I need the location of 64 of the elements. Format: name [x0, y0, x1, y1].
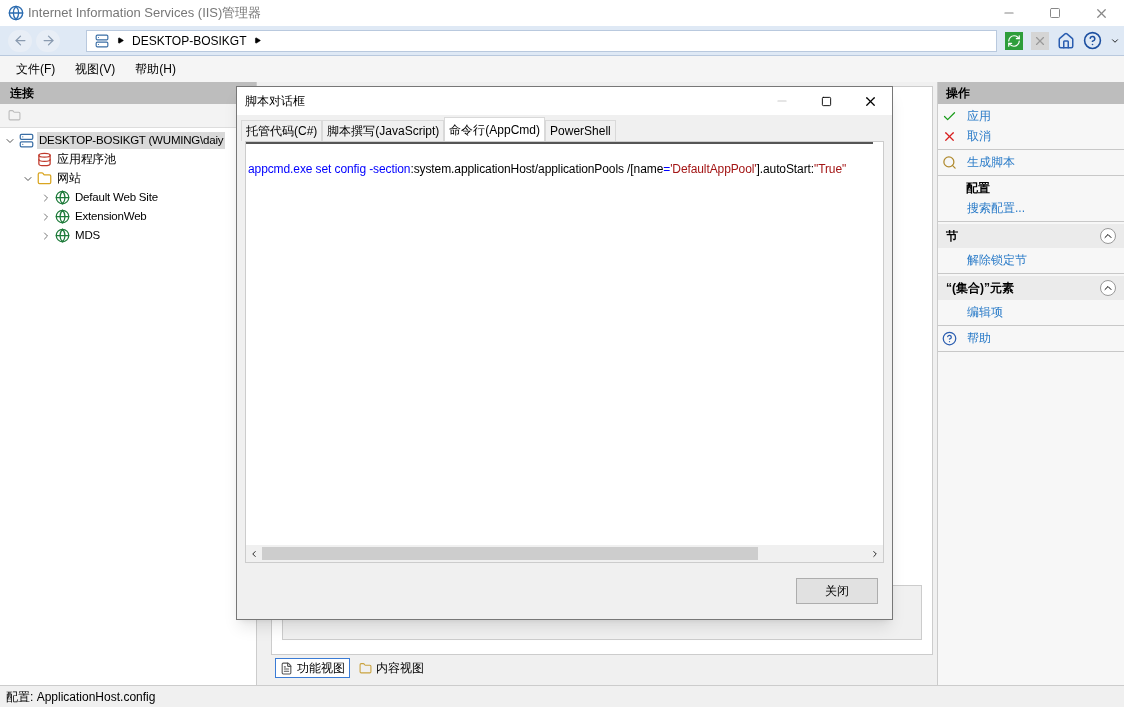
- tree-item[interactable]: ExtensionWeb: [73, 207, 149, 226]
- tree-item[interactable]: Default Web Site: [73, 188, 160, 207]
- refresh-icon[interactable]: [1005, 31, 1023, 50]
- section-title: 节: [946, 228, 958, 245]
- collapse-icon[interactable]: [1100, 228, 1116, 244]
- scrollbar-thumb[interactable]: [262, 547, 759, 560]
- action-link[interactable]: 解除锁定节: [967, 251, 1027, 269]
- tree-item[interactable]: 网站: [55, 169, 83, 188]
- action-link[interactable]: 搜索配置...: [967, 199, 1025, 217]
- action-link[interactable]: 编辑项: [967, 303, 1003, 321]
- dialog-title: 脚本对话框: [245, 93, 305, 110]
- dialog-tab[interactable]: 脚本撰写(JavaScript): [322, 120, 445, 141]
- tree-item[interactable]: DESKTOP-BOSIKGT (WUMING\daiy: [37, 131, 226, 150]
- tree-item[interactable]: MDS: [73, 226, 102, 245]
- close-dialog-button[interactable]: 关闭: [796, 578, 878, 604]
- view-tab[interactable]: 功能视图: [275, 658, 350, 678]
- help-icon: [942, 330, 957, 346]
- magnifier-icon: [942, 154, 957, 170]
- code-line: appcmd.exe set config -section:system.applicationHost/applicationPools /[name='DefaultAppPool'].autoStart:"True": [248, 161, 848, 178]
- window-title: Internet Information Services (IIS)管理器: [28, 4, 262, 23]
- action-link[interactable]: 帮助: [967, 329, 991, 347]
- document-icon: [280, 661, 293, 675]
- dialog-tab[interactable]: 托管代码(C#): [241, 120, 323, 141]
- breadcrumb[interactable]: DESKTOP-BOSIKGT: [132, 31, 247, 50]
- app-icon: [8, 5, 24, 21]
- folder-icon: [359, 661, 372, 675]
- server-icon: [95, 33, 109, 48]
- action-link[interactable]: 取消: [967, 127, 991, 145]
- folder-icon[interactable]: [8, 109, 21, 122]
- horizontal-scrollbar[interactable]: [246, 545, 883, 562]
- collapse-icon[interactable]: [1100, 280, 1116, 296]
- maximize-icon: [1049, 7, 1061, 19]
- address-field[interactable]: DESKTOP-BOSIKGT: [86, 29, 997, 52]
- server-icon: [19, 133, 34, 148]
- back-button[interactable]: [8, 29, 32, 52]
- scroll-left-icon[interactable]: [249, 548, 259, 559]
- view-tab[interactable]: 内容视图: [354, 658, 429, 678]
- globe-icon: [55, 228, 70, 243]
- action-link[interactable]: 应用: [967, 107, 991, 125]
- menu-item[interactable]: 文件(F): [16, 60, 56, 78]
- tree-item[interactable]: 应用程序池: [55, 150, 118, 169]
- action-link[interactable]: 生成脚本: [967, 153, 1015, 171]
- stop-icon[interactable]: [1031, 31, 1049, 50]
- separator-arrow-icon[interactable]: [254, 37, 262, 44]
- help-icon[interactable]: [1083, 31, 1102, 50]
- dialog-tab[interactable]: 命令行(AppCmd): [444, 117, 546, 141]
- section-title: “(集合)”元素: [946, 280, 1014, 297]
- separator-arrow-icon[interactable]: [117, 37, 124, 44]
- database-icon: [37, 152, 52, 167]
- folder-icon: [37, 171, 52, 186]
- menu-item[interactable]: 帮助(H): [135, 60, 176, 78]
- globe-icon: [55, 209, 70, 224]
- group-heading: 配置: [965, 180, 991, 197]
- panel-header: 操作: [938, 82, 1124, 104]
- scroll-right-icon[interactable]: [870, 548, 880, 559]
- status-text: 配置: ApplicationHost.config: [6, 688, 156, 706]
- dialog-tab[interactable]: PowerShell: [545, 120, 616, 141]
- maximize-icon: [820, 95, 832, 107]
- home-icon[interactable]: [1057, 31, 1075, 50]
- forward-icon: [40, 33, 56, 48]
- forward-button[interactable]: [36, 29, 60, 52]
- globe-icon: [55, 190, 70, 205]
- back-icon: [12, 33, 28, 48]
- menu-item[interactable]: 视图(V): [75, 60, 116, 78]
